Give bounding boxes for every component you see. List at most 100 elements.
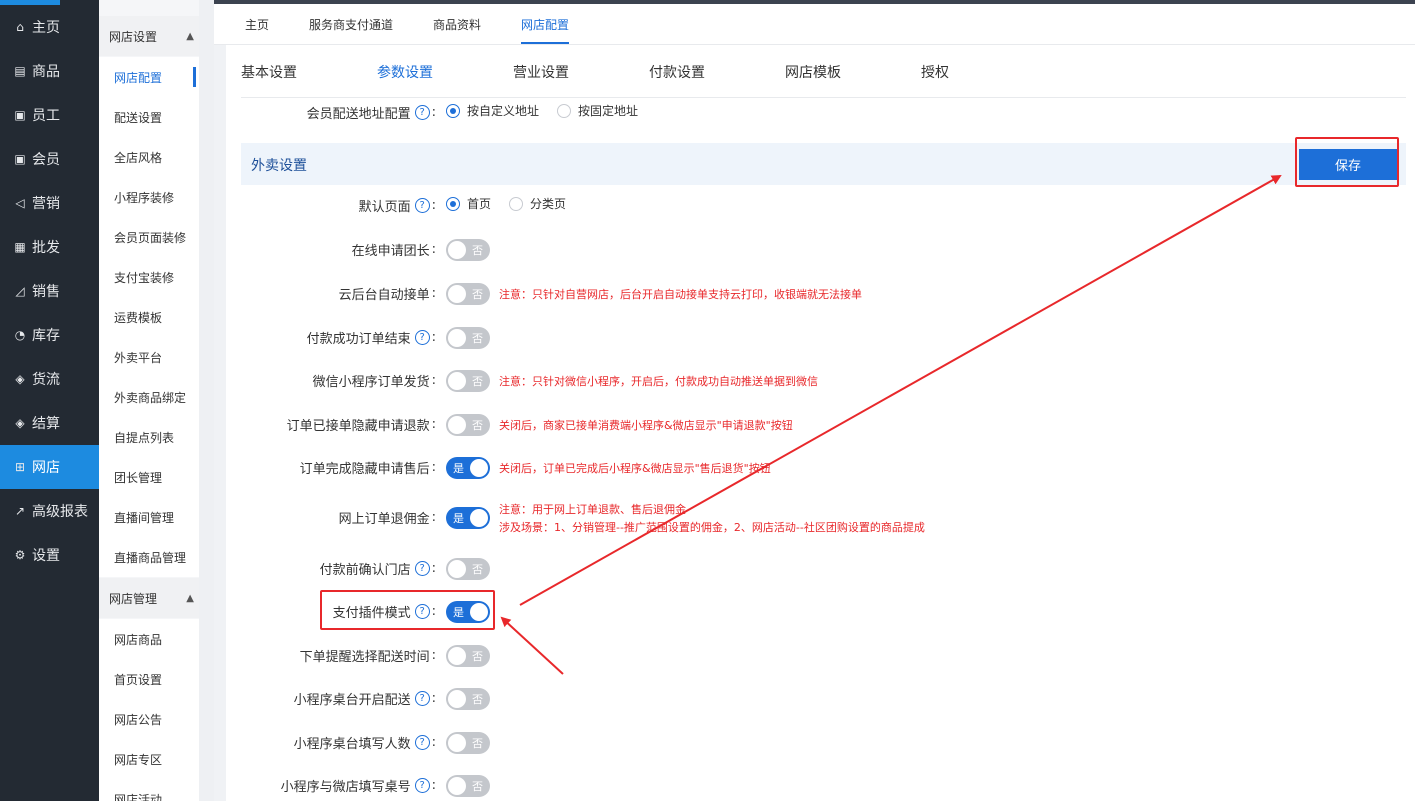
colon: : (431, 691, 436, 706)
colon: : (431, 778, 436, 793)
sub-nav-item[interactable]: 网店配置 (99, 57, 199, 97)
sub-nav-item[interactable]: 外卖商品绑定 (99, 377, 199, 417)
toggle-switch[interactable]: 是 (446, 507, 490, 529)
radio-custom-address-label[interactable]: 按自定义地址 (467, 102, 539, 119)
toggle-state-text: 否 (472, 419, 483, 432)
sub-group-label: 网店管理 (109, 591, 158, 606)
nav-item-label: 货流 (32, 372, 60, 388)
sub-group-shop-settings[interactable]: 网店设置 ▲ (99, 16, 199, 56)
colon: : (431, 417, 436, 432)
toggle-knob (448, 329, 466, 347)
radio-fixed-address-label[interactable]: 按固定地址 (578, 102, 638, 119)
radio-custom-address[interactable] (446, 103, 460, 118)
save-button[interactable]: 保存 (1299, 149, 1397, 180)
tab-home[interactable]: 主页 (245, 16, 269, 33)
setting-label: 云后台自动接单: (339, 284, 436, 303)
toggle-switch[interactable]: 否 (446, 732, 490, 754)
sub-group-shop-management[interactable]: 网店管理 ▲ (99, 578, 199, 618)
colon: : (431, 373, 436, 388)
tab-parameter-settings[interactable]: 参数设置 (377, 62, 433, 82)
toggle-switch[interactable]: 否 (446, 558, 490, 580)
tab-payment-channel[interactable]: 服务商支付通道 (309, 16, 393, 33)
toggle-switch[interactable]: 否 (446, 775, 490, 797)
nav-item[interactable]: ◿ 销售 (0, 269, 99, 313)
toggle-switch[interactable]: 否 (446, 414, 490, 436)
sub-nav-item[interactable]: 网店活动 (99, 779, 199, 801)
sub-nav-item[interactable]: 会员页面装修 (99, 217, 199, 257)
tab-shop-config[interactable]: 网店配置 (521, 16, 570, 44)
sub-nav-item[interactable]: 团长管理 (99, 457, 199, 497)
sub-nav-item[interactable]: 网店公告 (99, 699, 199, 739)
sub-nav-item[interactable]: 外卖平台 (99, 337, 199, 377)
toggle-knob (448, 372, 466, 390)
sub-nav-item[interactable]: 自提点列表 (99, 417, 199, 457)
tab-goods-data[interactable]: 商品资料 (433, 16, 481, 33)
nav-item[interactable]: ◈ 结算 (0, 401, 99, 445)
sub-nav-item[interactable]: 首页设置 (99, 659, 199, 699)
help-icon[interactable]: ? (414, 105, 430, 120)
sub-nav-item[interactable]: 配送设置 (99, 97, 199, 137)
sub-nav-item[interactable]: 小程序装修 (99, 177, 199, 217)
nav-item-label: 批发 (32, 240, 60, 256)
nav-item[interactable]: ◁ 营销 (0, 181, 99, 225)
nav-item[interactable]: ▣ 会员 (0, 137, 99, 181)
sub-nav-item[interactable]: 网店商品 (99, 619, 199, 659)
setting-row: 小程序桌台开启配送?: 否 (226, 683, 1415, 713)
radio-home-page-label[interactable]: 首页 (467, 195, 491, 212)
sub-nav-item[interactable]: 直播商品管理 (99, 537, 199, 577)
nav-item[interactable]: ◔ 库存 (0, 313, 99, 357)
setting-control: 否 (446, 645, 490, 667)
sub-nav-item[interactable]: 全店风格 (99, 137, 199, 177)
colon: : (431, 460, 436, 475)
radio-category-page[interactable] (509, 196, 524, 211)
tab-payment-settings[interactable]: 付款设置 (649, 62, 705, 82)
sub-nav-item[interactable]: 直播间管理 (99, 497, 199, 537)
toggle-knob (448, 416, 466, 434)
sub-nav-item[interactable]: 网店专区 (99, 739, 199, 779)
colon: : (431, 286, 436, 301)
nav-item[interactable]: ▣ 员工 (0, 93, 99, 137)
tab-business-settings[interactable]: 营业设置 (513, 62, 569, 82)
help-icon[interactable]: ? (414, 735, 430, 750)
setting-row: 订单已接单隐藏申请退款: 否 关闭后，商家已接单消费端小程序&微店显示"申请退款"按… (226, 409, 1415, 439)
radio-home-page[interactable] (446, 196, 460, 211)
setting-label: 在线申请团长: (352, 240, 436, 259)
sub-nav-item[interactable]: 支付宝装修 (99, 257, 199, 297)
chevron-up-icon: ▲ (186, 592, 194, 604)
setting-label: 下单提醒选择配送时间: (300, 646, 436, 665)
nav-item[interactable]: ▦ 批发 (0, 225, 99, 269)
radio-category-page-label[interactable]: 分类页 (530, 195, 566, 212)
nav-item[interactable]: ▤ 商品 (0, 49, 99, 93)
toggle-state-text: 否 (472, 650, 483, 663)
setting-row: 网上订单退佣金: 是 注意：用于网上订单退款、售后退佣金 涉及场景：1、分销管理--推… (226, 502, 1415, 534)
setting-label-text: 订单已接单隐藏申请退款 (286, 419, 430, 434)
setting-label-text: 云后台自动接单 (338, 288, 430, 303)
tab-shop-template[interactable]: 网店模板 (785, 62, 841, 82)
colon: : (431, 735, 436, 750)
nav-item[interactable]: ↗ 高级报表 (0, 489, 99, 533)
setting-note: 注意：只针对微信小程序，开启后，付款成功自动推送单据到微信 (499, 375, 818, 388)
toggle-switch[interactable]: 否 (446, 239, 490, 261)
toggle-switch[interactable]: 否 (446, 645, 490, 667)
help-icon[interactable]: ? (414, 198, 430, 213)
setting-label: 网上订单退佣金: (339, 508, 436, 527)
help-icon[interactable]: ? (414, 330, 430, 345)
help-icon[interactable]: ? (414, 778, 430, 793)
tab-basic-settings[interactable]: 基本设置 (241, 62, 297, 82)
colon: : (431, 198, 436, 213)
toggle-switch[interactable]: 否 (446, 688, 490, 710)
help-icon[interactable]: ? (414, 691, 430, 706)
toggle-switch[interactable]: 否 (446, 370, 490, 392)
setting-control: 否 (446, 327, 490, 349)
help-icon[interactable]: ? (414, 561, 430, 576)
toggle-switch[interactable]: 否 (446, 327, 490, 349)
toggle-switch[interactable]: 否 (446, 283, 490, 305)
nav-item[interactable]: ⚙ 设置 (0, 533, 99, 577)
nav-item[interactable]: ⊞ 网店 (0, 445, 99, 489)
sub-nav-item[interactable]: 运费模板 (99, 297, 199, 337)
tab-authorization[interactable]: 授权 (921, 62, 949, 82)
nav-item[interactable]: ⌂ 主页 (0, 5, 99, 49)
nav-item[interactable]: ◈ 货流 (0, 357, 99, 401)
radio-fixed-address[interactable] (557, 103, 572, 118)
toggle-switch[interactable]: 是 (446, 457, 490, 479)
